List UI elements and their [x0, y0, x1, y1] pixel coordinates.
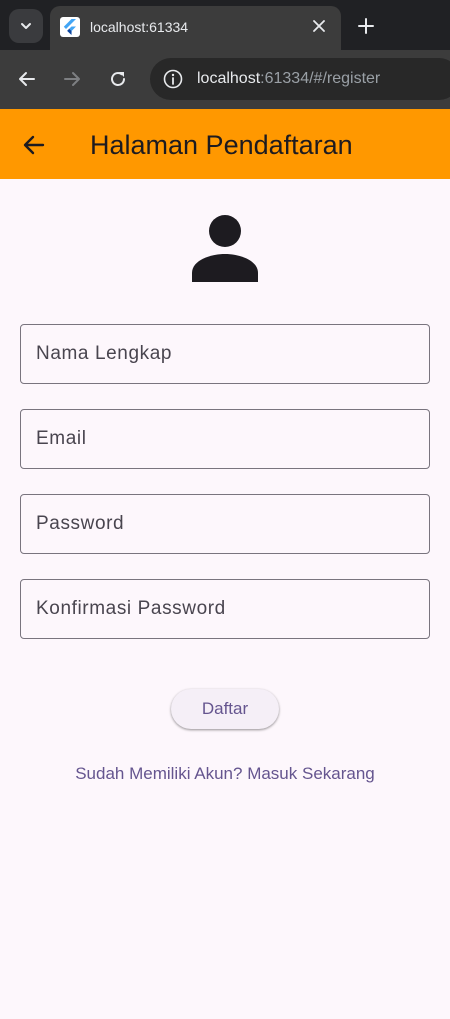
email-field[interactable]: Email	[20, 409, 430, 469]
email-label: Email	[36, 428, 87, 449]
login-link[interactable]: Sudah Memiliki Akun? Masuk Sekarang	[0, 764, 450, 784]
password-field[interactable]: Password	[20, 494, 430, 554]
person-icon	[192, 215, 258, 282]
site-info-icon[interactable]	[162, 68, 184, 90]
arrow-right-icon	[64, 72, 80, 86]
plus-icon	[358, 18, 374, 34]
password-label: Password	[36, 513, 125, 534]
chevron-down-icon	[21, 23, 31, 29]
arrow-left-icon	[19, 72, 35, 86]
arrow-left-icon	[23, 135, 45, 155]
browser-tab[interactable]: localhost:61334	[50, 6, 341, 50]
reload-button[interactable]	[106, 67, 130, 91]
confirm-password-label: Konfirmasi Password	[36, 598, 226, 619]
full-name-field[interactable]: Nama Lengkap	[20, 324, 430, 384]
tab-title: localhost:61334	[90, 19, 189, 35]
tab-search-button[interactable]	[9, 9, 43, 43]
browser-toolbar: localhost:61334/#/register	[0, 50, 450, 109]
address-bar[interactable]: localhost:61334/#/register	[150, 58, 450, 100]
new-tab-button[interactable]	[354, 14, 378, 38]
reload-icon	[111, 72, 125, 86]
register-button[interactable]: Daftar	[171, 689, 279, 729]
url-text[interactable]: localhost:61334/#/register	[197, 69, 380, 89]
forward-navigation-button[interactable]	[60, 67, 84, 91]
flutter-icon	[60, 17, 80, 37]
back-navigation-button[interactable]	[15, 67, 39, 91]
browser-tab-strip: localhost:61334	[0, 0, 450, 50]
page-title: Halaman Pendaftaran	[90, 130, 353, 160]
full-name-label: Nama Lengkap	[36, 343, 173, 364]
back-button[interactable]	[18, 129, 50, 161]
close-icon[interactable]	[309, 16, 329, 36]
confirm-password-field[interactable]: Konfirmasi Password	[20, 579, 430, 639]
app-bar: Halaman Pendaftaran	[0, 109, 450, 179]
url-host: localhost	[197, 70, 261, 87]
url-path: :61334/#/register	[260, 70, 381, 87]
